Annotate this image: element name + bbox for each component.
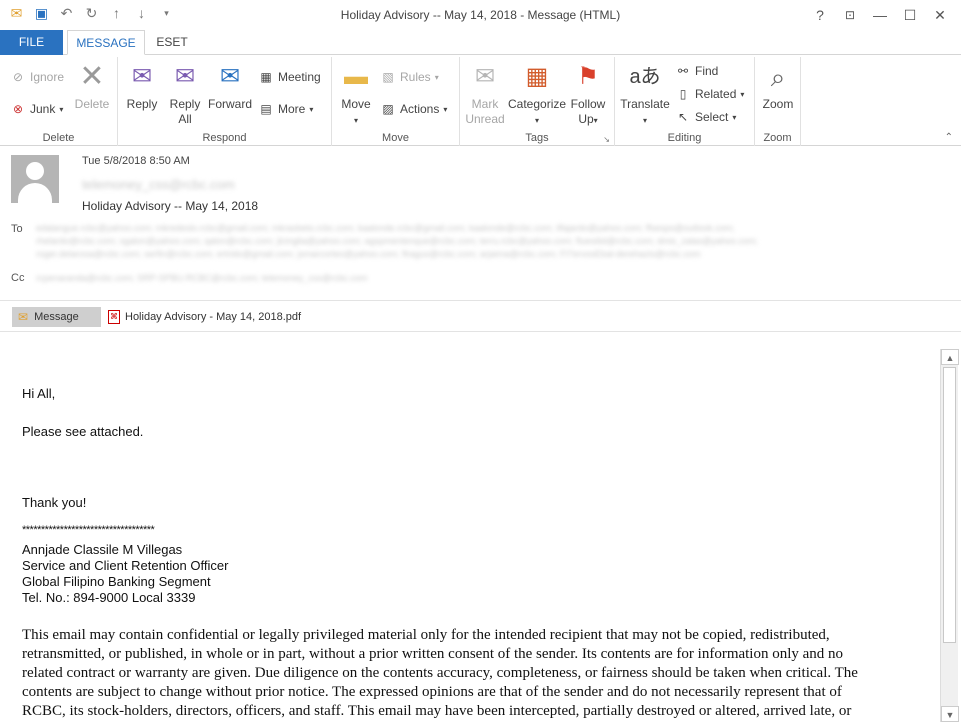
- delete-x-icon: ✕: [79, 60, 105, 93]
- tab-message[interactable]: MESSAGE: [67, 30, 145, 55]
- ignore-button[interactable]: ⊘ Ignore: [10, 69, 64, 85]
- categorize-button[interactable]: ▦ Categorize ▾: [508, 61, 566, 128]
- message-subject: Holiday Advisory -- May 14, 2018: [82, 199, 259, 213]
- disclaimer-line: related contract or warranty are given. …: [22, 665, 858, 681]
- to-label: To: [11, 223, 23, 235]
- tab-file[interactable]: FILE: [0, 30, 63, 55]
- signature-department: Global Filipino Banking Segment: [22, 574, 211, 589]
- disclaimer: This email may contain confidential or l…: [22, 626, 937, 721]
- move-group-label: Move: [382, 132, 409, 144]
- respond-group-label: Respond: [202, 132, 247, 144]
- ignore-icon: ⊘: [12, 70, 24, 84]
- scrollbar-thumb[interactable]: [943, 367, 956, 643]
- minimize-icon[interactable]: —: [865, 4, 895, 26]
- delete-group-label: Delete: [42, 132, 75, 144]
- reply-button[interactable]: ✉ Reply: [124, 61, 160, 112]
- vertical-scrollbar[interactable]: ▲ ▼: [940, 349, 959, 722]
- signature-phone: Tel. No.: 894-9000 Local 3339: [22, 590, 196, 605]
- translate-icon: aあ: [629, 66, 661, 88]
- magnifier-icon: ⌕: [770, 62, 786, 92]
- related-button[interactable]: ▯ Related ▾: [675, 86, 745, 102]
- zoom-button[interactable]: ⌕ Zoom: [759, 61, 797, 112]
- rules-button[interactable]: ▧ Rules ▾: [380, 69, 438, 85]
- cc-recipients-line[interactable]: rcpenaranda@rcbc.com; SRP-SPBU.RCBC@rcbc…: [36, 273, 636, 283]
- sender-address[interactable]: telemoney_css@rcbc.com: [82, 177, 235, 192]
- ribbon: ⊘ Ignore ⊗ Junk ▾ ✕ Delete Delete ✉ Reply ✉ Re…: [0, 55, 961, 146]
- tab-eset[interactable]: ESET: [148, 30, 196, 55]
- flag-icon: ⚑: [577, 63, 599, 90]
- folder-icon: ▬: [344, 63, 368, 90]
- disclaimer-line: RCBC, its stock-holders, directors, offi…: [22, 703, 852, 719]
- scroll-up-icon[interactable]: ▲: [941, 349, 959, 365]
- maximize-icon[interactable]: ☐: [895, 4, 925, 26]
- move-group: ▬ Move ▾ ▧ Rules ▾ ▨ Actions ▾ Move: [332, 57, 460, 146]
- sender-avatar: [11, 155, 59, 203]
- categorize-icon: ▦: [525, 63, 549, 90]
- to-recipients-line[interactable]: rhelardo@rcbc.com; sgalon@yahoo.com; qal…: [36, 236, 936, 246]
- translate-button[interactable]: aあ Translate ▾: [619, 61, 671, 128]
- dialog-launcher-icon[interactable]: ↘: [603, 135, 610, 144]
- message-view-button[interactable]: ✉ Message: [12, 307, 101, 327]
- find-button[interactable]: ⚯ Find: [675, 63, 718, 79]
- pdf-attachment[interactable]: ⌘ Holiday Advisory - May 14, 2018.pdf: [108, 310, 301, 324]
- ribbon-tabs: FILE MESSAGE ESET: [0, 30, 961, 55]
- editing-group-label: Editing: [667, 132, 702, 144]
- delete-group: ⊘ Ignore ⊗ Junk ▾ ✕ Delete Delete: [0, 57, 118, 146]
- reply-icon: ✉: [131, 63, 153, 90]
- reply-all-icon: ✉: [174, 63, 196, 90]
- body-line: Please see attached.: [22, 424, 144, 439]
- collapse-ribbon-icon[interactable]: ⌃: [945, 132, 953, 143]
- related-icon: ▯: [679, 87, 687, 101]
- pdf-icon: ⌘: [108, 310, 120, 324]
- attachment-bar: ✉ Message ⌘ Holiday Advisory - May 14, 2…: [0, 300, 961, 332]
- cursor-icon: ↖: [677, 110, 689, 124]
- forward-button[interactable]: ✉ Forward: [206, 61, 254, 112]
- junk-icon: ⊗: [12, 102, 24, 116]
- close-icon[interactable]: ✕: [925, 4, 955, 26]
- zoom-group-label: Zoom: [763, 132, 792, 144]
- message-header: Tue 5/8/2018 8:50 AM telemoney_css@rcbc.…: [0, 146, 961, 300]
- editing-group: aあ Translate ▾ ⚯ Find ▯ Related ▾ ↖ Select ▾ Ed…: [615, 57, 755, 146]
- scroll-down-icon[interactable]: ▼: [941, 706, 959, 722]
- respond-group: ✉ Reply ✉ Reply All ✉ Forward ▦ Meeting ▤ More…: [118, 57, 332, 146]
- junk-button[interactable]: ⊗ Junk ▾: [10, 101, 63, 117]
- signature-title: Service and Client Retention Officer: [22, 558, 229, 573]
- to-recipients-line[interactable]: edalangue.rcbc@yahoo.com; mkredeslo.rcbc…: [36, 223, 936, 233]
- rules-icon: ▧: [382, 70, 394, 84]
- disclaimer-line: contents are subject to change without p…: [22, 684, 842, 700]
- delete-button[interactable]: ✕ Delete: [72, 61, 112, 112]
- more-button[interactable]: ▤ More ▾: [258, 101, 313, 117]
- meeting-button[interactable]: ▦ Meeting: [258, 69, 320, 85]
- meeting-icon: ▦: [260, 70, 272, 84]
- thanks-line: Thank you!: [22, 495, 87, 510]
- more-icon: ▤: [260, 102, 272, 116]
- envelope-icon: ✉: [18, 310, 29, 324]
- reply-all-button[interactable]: ✉ Reply All: [166, 61, 204, 127]
- cc-label: Cc: [11, 272, 25, 284]
- tags-group-label: Tags: [525, 132, 549, 144]
- title-bar: ✉ ▣ ↶ ↻ ↑ ↓ ▾ Holiday Advisory -- May 14…: [0, 0, 961, 30]
- message-body[interactable]: Hi All, Please see attached. Thank you! …: [0, 346, 940, 722]
- mark-unread-button[interactable]: ✉ Mark Unread: [464, 61, 506, 127]
- zoom-group: ⌕ Zoom Zoom: [755, 57, 801, 146]
- window-controls: ? ⊡ — ☐ ✕: [805, 4, 955, 26]
- actions-icon: ▨: [382, 102, 394, 116]
- signature-separator: ***********************************: [22, 524, 155, 536]
- tags-group: ✉ Mark Unread ▦ Categorize ▾ ⚑ Follow Up▾ Tags…: [460, 57, 615, 146]
- ribbon-display-icon[interactable]: ⊡: [835, 4, 865, 26]
- follow-up-button[interactable]: ⚑ Follow Up▾: [568, 61, 608, 128]
- greeting: Hi All,: [22, 386, 56, 401]
- forward-icon: ✉: [219, 63, 241, 90]
- mark-unread-icon: ✉: [474, 63, 496, 90]
- message-date: Tue 5/8/2018 8:50 AM: [82, 155, 190, 167]
- disclaimer-line: retransmitted, or published, in whole or…: [22, 646, 844, 662]
- select-button[interactable]: ↖ Select ▾: [675, 109, 736, 125]
- disclaimer-line: This email may contain confidential or l…: [22, 627, 830, 643]
- signature-name: Annjade Classile M Villegas: [22, 542, 183, 557]
- actions-button[interactable]: ▨ Actions ▾: [380, 101, 447, 117]
- help-icon[interactable]: ?: [805, 4, 835, 26]
- to-recipients-line[interactable]: roger.delarosa@rcbc.com; serfin@rcbc.com…: [36, 249, 936, 259]
- move-button[interactable]: ▬ Move ▾: [338, 61, 374, 128]
- binoculars-icon: ⚯: [677, 64, 689, 78]
